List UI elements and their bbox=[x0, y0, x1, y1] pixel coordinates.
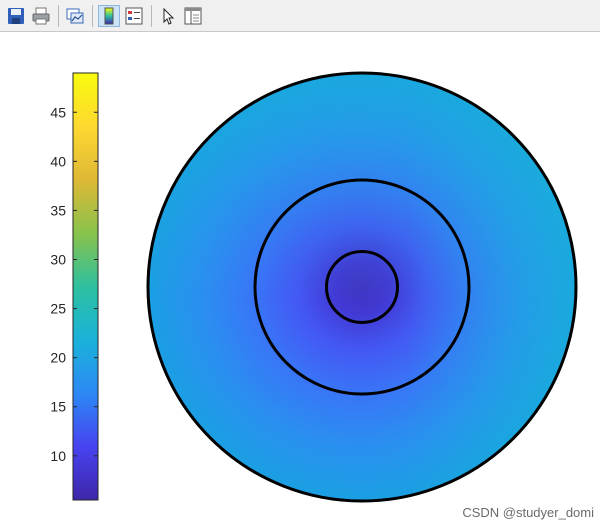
property-editor-button[interactable] bbox=[182, 5, 204, 27]
toolbar-separator bbox=[92, 4, 93, 27]
edit-plot-button[interactable] bbox=[157, 5, 179, 27]
colorbar-tick-label: 30 bbox=[50, 252, 66, 268]
insert-legend-button[interactable] bbox=[123, 5, 145, 27]
colorbar-tick-label: 25 bbox=[50, 301, 66, 317]
colorbar[interactable] bbox=[72, 72, 99, 501]
pointer-icon bbox=[163, 7, 175, 25]
link-plot-button[interactable] bbox=[64, 5, 86, 27]
colorbar-tick-label: 10 bbox=[50, 448, 66, 464]
save-button[interactable] bbox=[5, 5, 27, 27]
insert-colorbar-button[interactable] bbox=[98, 4, 120, 27]
legend-icon bbox=[125, 7, 143, 24]
print-button[interactable] bbox=[30, 5, 52, 27]
heatmap-north-shading bbox=[148, 73, 576, 501]
colorbar-tick-label: 45 bbox=[50, 104, 66, 120]
property-editor-icon bbox=[184, 7, 202, 24]
link-plot-icon bbox=[66, 8, 84, 23]
watermark-text: CSDN @studyer_domi bbox=[462, 505, 594, 520]
save-icon bbox=[8, 7, 24, 24]
polar-heatmap bbox=[146, 71, 578, 503]
print-icon bbox=[32, 7, 50, 24]
colorbar-icon bbox=[104, 7, 114, 24]
colorbar-tick-label: 15 bbox=[50, 399, 66, 415]
figure-area: 10 15 20 25 30 35 40 45 CSDN @studyer_domi bbox=[0, 32, 600, 526]
figure-toolbar bbox=[0, 0, 600, 32]
colorbar-tick-label: 40 bbox=[50, 153, 66, 169]
colorbar-tick-label: 20 bbox=[50, 350, 66, 366]
toolbar-separator bbox=[58, 4, 59, 27]
toolbar-separator bbox=[151, 4, 152, 27]
plot-svg: 10 15 20 25 30 35 40 45 bbox=[50, 71, 578, 503]
colorbar-tick-label: 35 bbox=[50, 202, 66, 218]
